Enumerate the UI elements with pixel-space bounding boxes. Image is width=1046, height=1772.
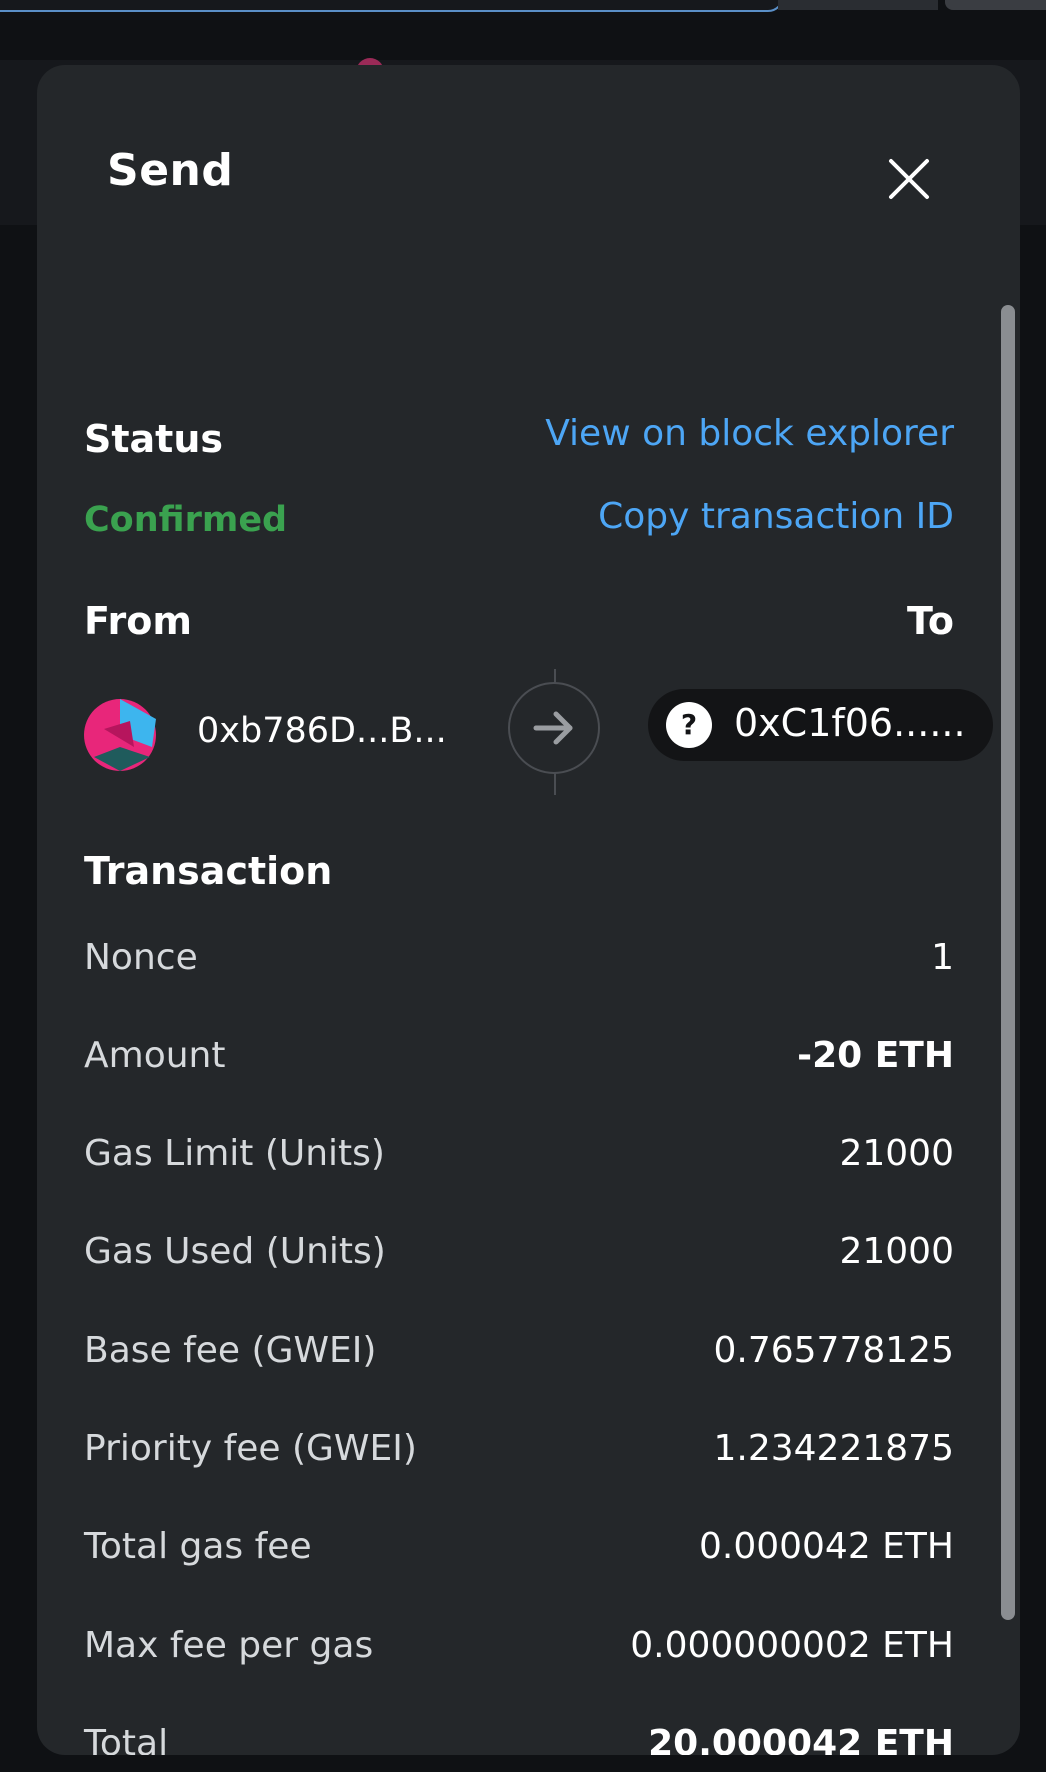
priority-fee-label: Priority fee (GWEI) <box>84 1428 417 1469</box>
total-label: Total <box>84 1723 169 1755</box>
total-gas-fee-label: Total gas fee <box>84 1526 312 1567</box>
priority-fee-value: 1.234221875 <box>713 1428 955 1469</box>
gas-used-label: Gas Used (Units) <box>84 1231 386 1272</box>
transaction-heading-row: Transaction <box>84 849 954 899</box>
status-heading: Status <box>84 417 224 461</box>
browser-top-bar <box>0 0 1046 12</box>
arrow-right-icon <box>533 711 573 745</box>
top-tab[interactable] <box>778 0 938 10</box>
amount-label: Amount <box>84 1035 226 1076</box>
detail-row-max-fee: Max fee per gas 0.000000002 ETH <box>84 1625 954 1685</box>
transaction-details-modal: Send Status View on block explorer Confi… <box>37 65 1020 1755</box>
modal-title: Send <box>107 145 234 196</box>
base-fee-value: 0.765778125 <box>713 1330 955 1371</box>
detail-row-nonce: Nonce 1 <box>84 937 954 997</box>
to-address-pill[interactable]: ? 0xC1f06...... <box>648 689 993 761</box>
from-heading: From <box>84 599 192 643</box>
from-to-row: 0xb786D...B... ? 0xC1f06...... <box>84 669 993 795</box>
status-value-row: Confirmed Copy transaction ID <box>84 496 954 550</box>
from-to-headings: From To <box>84 599 954 649</box>
gas-limit-label: Gas Limit (Units) <box>84 1133 385 1174</box>
amount-value: -20 ETH <box>797 1035 954 1076</box>
nonce-label: Nonce <box>84 937 198 978</box>
status-row: Status View on block explorer <box>84 413 954 467</box>
detail-row-amount: Amount -20 ETH <box>84 1035 954 1095</box>
copy-transaction-id-link[interactable]: Copy transaction ID <box>598 496 954 537</box>
max-fee-value: 0.000000002 ETH <box>630 1625 954 1666</box>
close-icon <box>889 159 929 199</box>
detail-row-gas-limit: Gas Limit (Units) 21000 <box>84 1133 954 1193</box>
close-button[interactable] <box>879 149 939 209</box>
arrow-circle <box>508 682 600 774</box>
total-value: 20.000042 ETH <box>648 1723 954 1755</box>
base-fee-label: Base fee (GWEI) <box>84 1330 377 1371</box>
top-tab-right[interactable] <box>945 0 1046 10</box>
max-fee-label: Max fee per gas <box>84 1625 374 1666</box>
to-heading: To <box>907 599 954 643</box>
scrollbar-thumb[interactable] <box>1001 305 1015 1620</box>
from-address[interactable]: 0xb786D...B... <box>197 711 447 751</box>
gas-used-value: 21000 <box>839 1231 954 1272</box>
detail-row-total: Total 20.000042 ETH <box>84 1723 954 1755</box>
total-gas-fee-value: 0.000042 ETH <box>698 1526 954 1567</box>
nonce-value: 1 <box>931 937 954 978</box>
view-on-block-explorer-link[interactable]: View on block explorer <box>545 413 954 454</box>
detail-row-base-fee: Base fee (GWEI) 0.765778125 <box>84 1330 954 1390</box>
detail-row-total-gas-fee: Total gas fee 0.000042 ETH <box>84 1526 954 1586</box>
gas-limit-value: 21000 <box>839 1133 954 1174</box>
transaction-heading: Transaction <box>84 849 333 893</box>
status-badge: Confirmed <box>84 500 288 540</box>
to-address: 0xC1f06...... <box>734 701 966 745</box>
detail-row-gas-used: Gas Used (Units) 21000 <box>84 1231 954 1291</box>
top-input-field[interactable] <box>0 0 784 12</box>
avatar <box>84 699 156 771</box>
question-icon: ? <box>666 702 712 748</box>
detail-row-priority-fee: Priority fee (GWEI) 1.234221875 <box>84 1428 954 1488</box>
